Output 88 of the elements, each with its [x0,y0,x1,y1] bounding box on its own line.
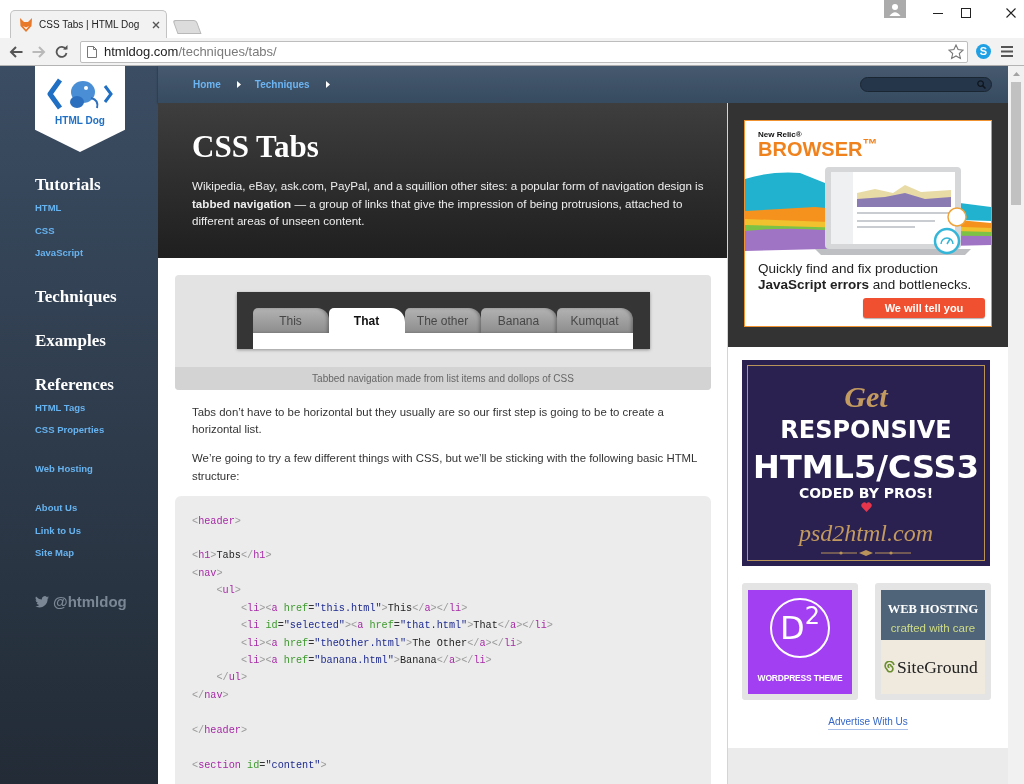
extension-button[interactable]: S [976,44,991,59]
swirl-icon [883,660,896,674]
sidebar-link[interactable]: JavaScript [35,242,84,265]
advertisement[interactable]: New Relic® BROWSER$^{™}$ Quickly find and fix production JavaScript errors and bottlenecks. We will tell you [744,120,992,327]
forward-arrow-icon[interactable] [32,45,46,58]
advertisement[interactable]: D$^{2}$ WORDPRESS THEME [748,590,852,694]
tab[interactable]: Banana [480,308,557,333]
twitter-handle[interactable]: @htmldog [53,591,127,612]
ad-title: WEB HOSTING [887,602,979,616]
logo-icon [47,78,113,110]
code-line: <li><a href="banana.html">Banana</a></li> [240,654,492,668]
code-line: <li id="selected"><a href="that.html">That</a></li> [240,619,553,634]
ring-icon [947,207,967,227]
logo-mark: D$^{2}$ [770,598,830,658]
back-arrow-icon[interactable] [9,45,23,58]
sidebar-link[interactable]: CSS Properties [35,419,105,442]
tab[interactable]: That [328,308,405,333]
search-field[interactable] [860,77,992,92]
ad-cta-button[interactable]: We will tell you [863,298,985,318]
caret-right-icon [325,81,330,88]
star-icon[interactable] [948,43,964,60]
advertisement[interactable]: Get RESPONSIVE HTML5/CSS3 CODED BY PROS! psd2html.com [742,360,990,566]
scroll-up-icon[interactable] [1012,72,1020,76]
sidebar-link[interactable]: Web Hosting [35,458,93,481]
ad-subtitle: crafted with care [890,621,976,635]
sidebar-link[interactable]: Link to Us [35,519,81,543]
tab[interactable]: The other [404,308,481,333]
close-icon[interactable] [152,20,160,29]
code-line: </ul> [216,671,248,686]
ad-label: WORDPRESS THEME [757,673,843,683]
page-title: CSS Tabs [192,129,319,165]
reload-icon[interactable] [55,45,68,58]
animal-head-icon [19,17,33,32]
sidebar-link[interactable]: Site Map [35,542,75,565]
sidebar-heading[interactable]: Examples [35,328,106,353]
new-tab-button[interactable] [172,20,202,34]
caret-right-icon [236,81,241,88]
sidebar-link[interactable]: CSS [35,219,55,242]
menu-icon[interactable] [1001,46,1013,57]
ad-site-name: psd2html.com [799,519,933,548]
page-icon [87,45,97,58]
ad-text: Quickly find and fix production JavaScript errors and bottlenecks. [758,261,973,293]
sidebar-heading[interactable]: Techniques [35,284,117,309]
code-line: <h1>Tabs</h1> [192,549,272,564]
body-paragraph: We’re going to try a few different things with CSS, but we’ll be sticking with the following basic HTML structure: [192,451,698,484]
close-icon[interactable] [1006,8,1016,18]
ad-brand: SiteGround [897,657,978,677]
search-icon[interactable] [977,80,986,89]
code-line: <li><a href="this.html">This</a></li> [240,601,468,616]
sidebar-link[interactable]: HTML [35,197,62,220]
bird-icon [35,595,49,608]
code-line: <section id="content"> [192,758,327,773]
code-line: <ul> [216,584,241,599]
code-line: <li><a href="theOther.html">The Other</a></li> [240,636,523,651]
gauge-icon [933,227,961,255]
sidebar-link[interactable]: About Us [35,497,78,520]
ad-title: HTML5/CSS3 [753,449,979,485]
logo-badge[interactable]: HTML Dog [35,66,125,152]
heart-icon [860,502,872,512]
ad-brand: New Relic® [758,130,802,140]
tab[interactable]: This [252,308,329,333]
tab[interactable]: Kumquat [556,308,633,333]
maximize-icon[interactable] [961,8,971,18]
scrollbar[interactable] [1008,66,1024,784]
sidebar-link[interactable]: HTML Tags [35,396,86,419]
logo-text: HTML Dog [55,115,105,127]
user-icon[interactable] [884,0,906,18]
browser-tab[interactable]: CSS Tabs | HTML Dog [10,10,167,38]
ad-product-name: BROWSER$^{™}$ [758,140,878,159]
body-paragraph: Tabs don’t have to be horizontal but they usually are so our first step is going to be to create a horizontal list. [192,404,665,437]
advertise-link[interactable]: Advertise With Us [828,715,908,730]
ad-tagline: CODED BY PROS! [798,485,934,501]
figure-caption: Tabbed navigation made from list items and dollops of CSS [312,372,574,385]
advertisement[interactable]: WEB HOSTING crafted with care SiteGround [881,590,985,694]
breadcrumb-link[interactable]: Home [193,77,221,92]
sidebar-heading[interactable]: References [35,372,114,397]
scrollbar-thumb[interactable] [1011,82,1021,205]
sidebar-heading[interactable]: Tutorials [35,173,101,197]
ad-headline: RESPONSIVE [780,415,952,445]
code-line: </header> [192,723,248,738]
url-text: htmldog.com/techniques/tabs/ [104,43,277,60]
code-line: <nav> [192,566,223,581]
code-line: </nav> [192,688,229,703]
breadcrumb-link[interactable]: Techniques [254,77,310,92]
ad-kicker: Get [844,380,888,414]
intro-text: Wikipedia, eBay, ask.com, PayPal, and a squillion other sites: a popular form of navigation design is tabbed navigation — a group of links that give the impression of being protrusions, attached to different areas of unseen content. [192,178,705,229]
address-bar[interactable]: htmldog.com/techniques/tabs/ [80,40,968,63]
code-line: <header> [192,514,241,529]
